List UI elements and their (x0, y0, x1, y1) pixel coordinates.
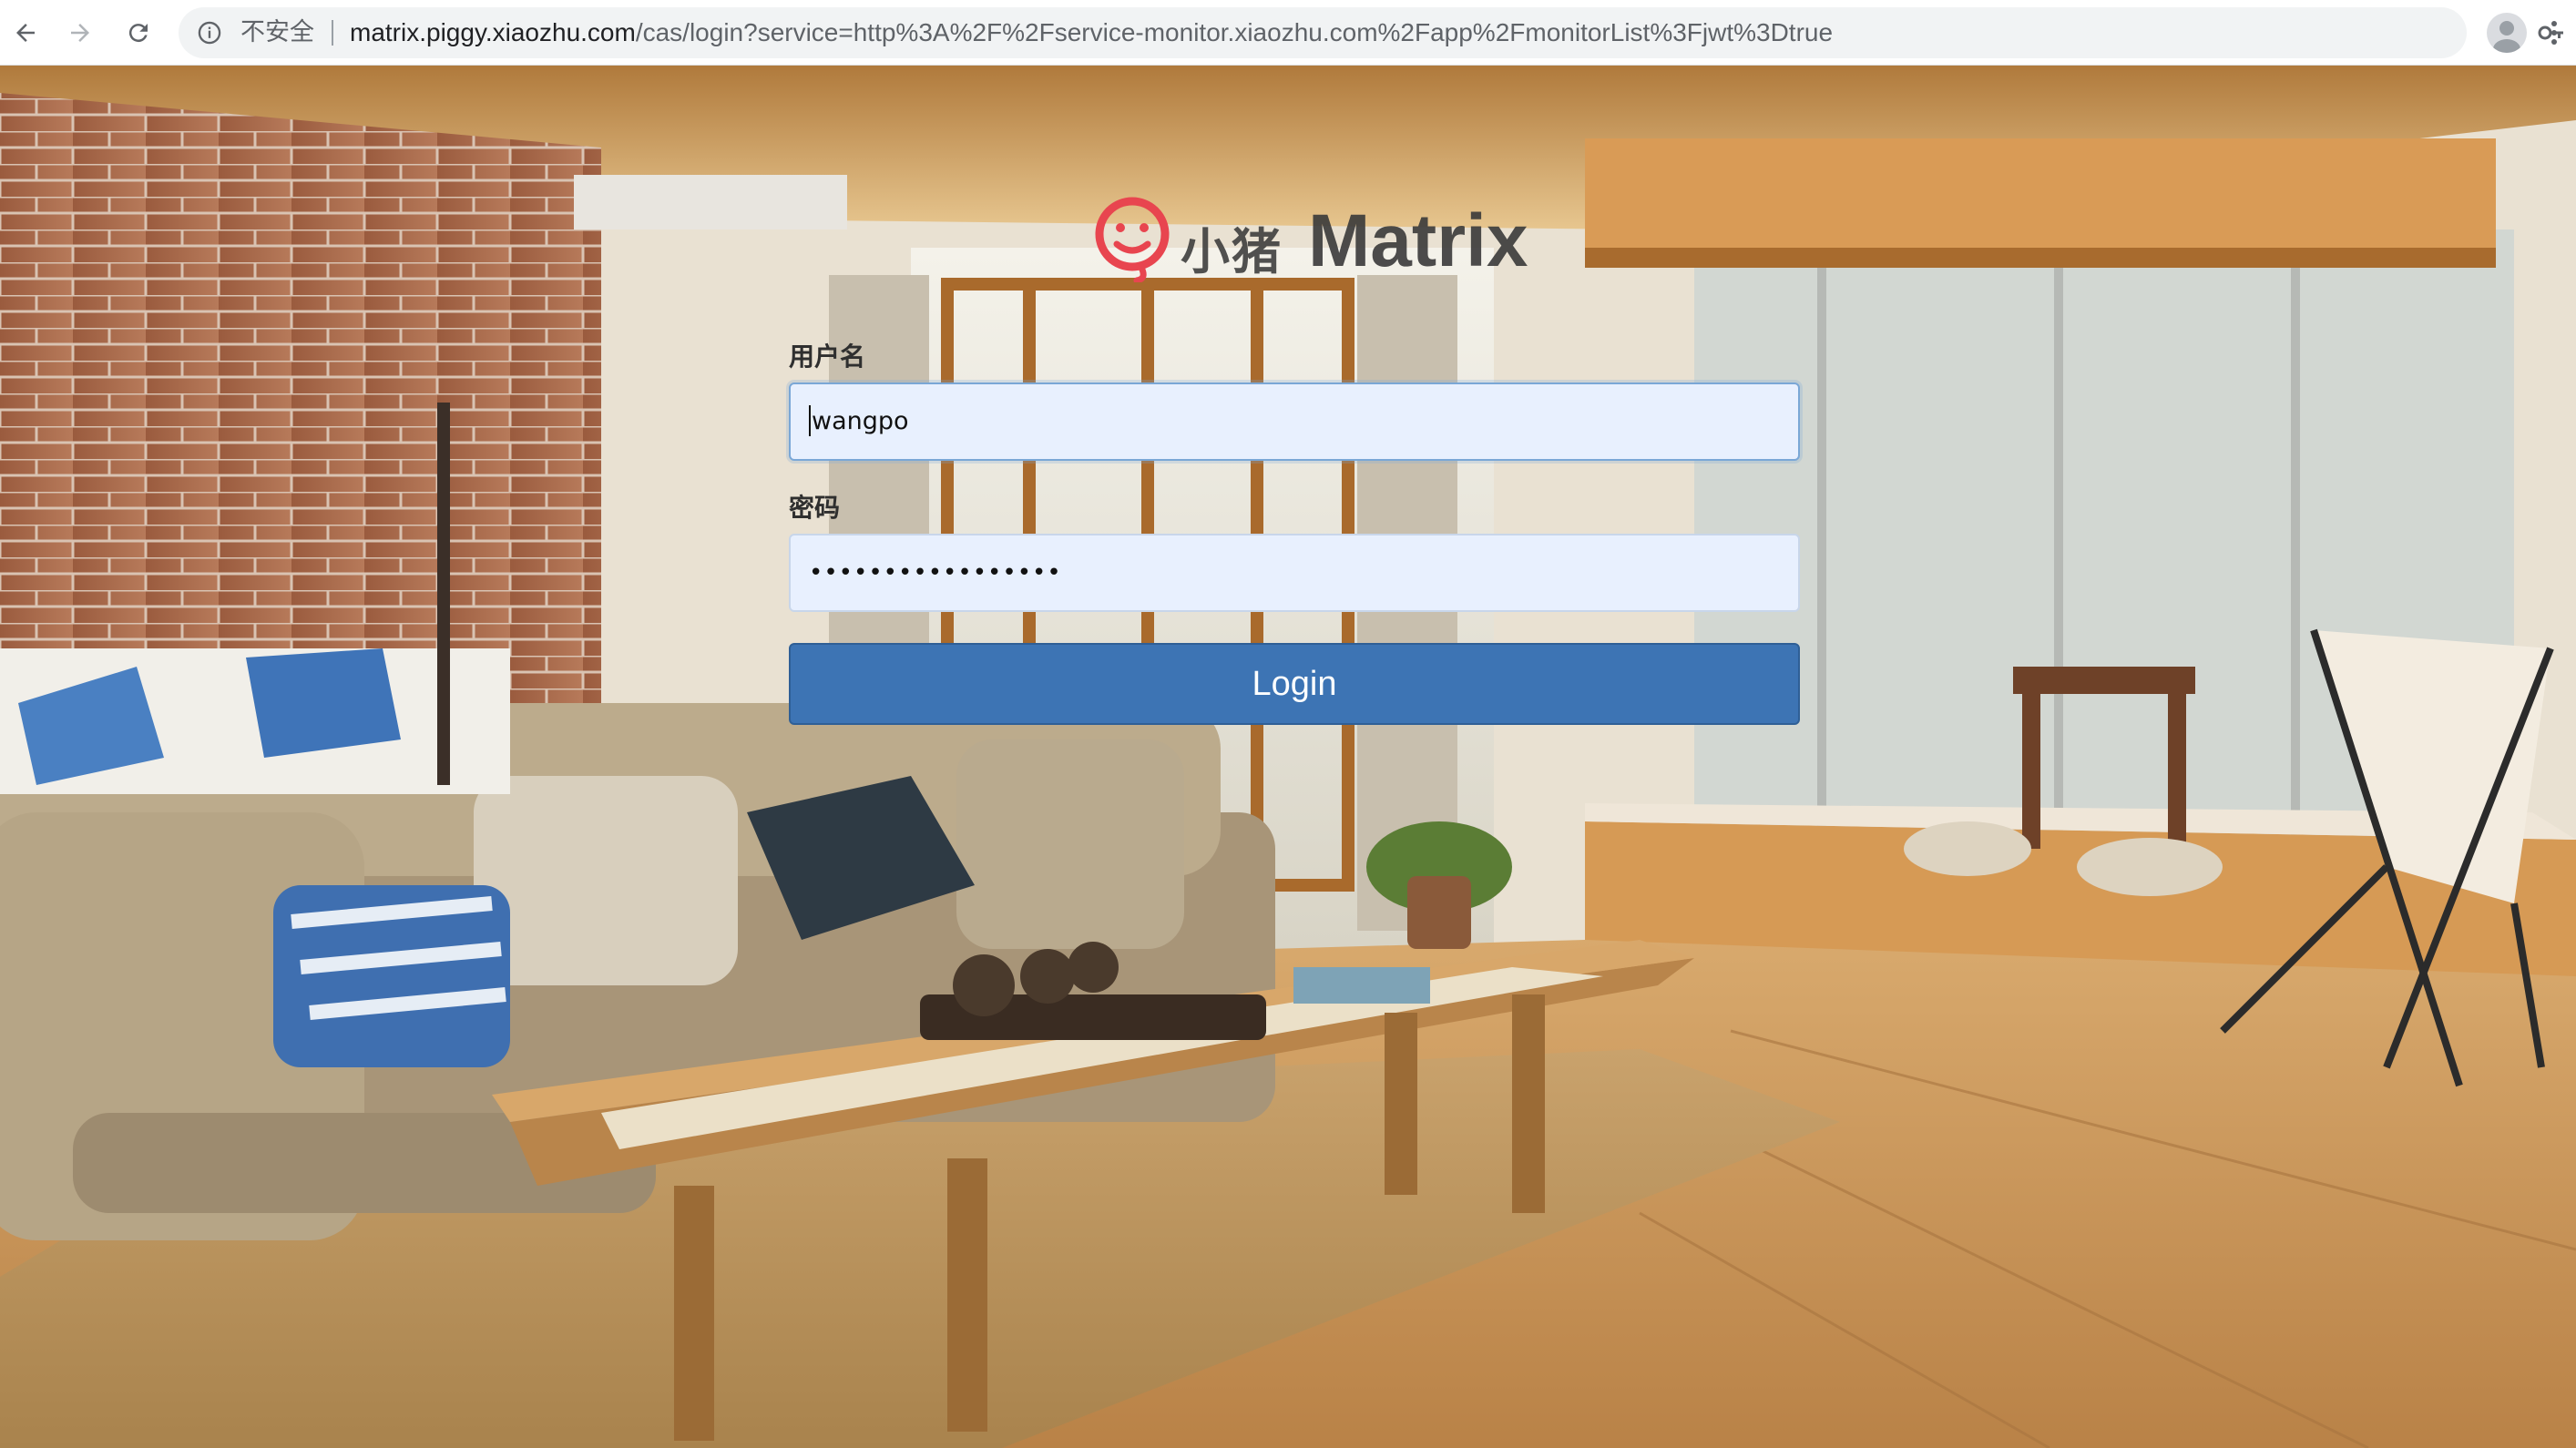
info-icon[interactable] (197, 20, 222, 46)
forward-button[interactable] (60, 13, 100, 53)
back-button[interactable] (5, 13, 46, 53)
logo-english-text: Matrix (1308, 199, 1528, 282)
reload-icon (128, 24, 148, 43)
text-caret (809, 404, 811, 436)
url-text[interactable]: matrix.piggy.xiaozhu.com/cas/login?servi… (350, 7, 1833, 58)
password-input[interactable]: ••••••••••••••••• (789, 534, 1800, 612)
password-value: ••••••••••••••••• (809, 559, 1062, 586)
password-label: 密码 (789, 493, 841, 523)
url-host: matrix.piggy.xiaozhu.com (350, 18, 636, 46)
url-divider (332, 20, 333, 46)
username-label: 用户名 (789, 342, 866, 372)
browser-toolbar: 不安全 matrix.piggy.xiaozhu.com/cas/login?s… (0, 0, 2576, 66)
address-bar[interactable]: 不安全 matrix.piggy.xiaozhu.com/cas/login?s… (179, 7, 2563, 58)
url-path: /cas/login?service=http%3A%2F%2Fservice-… (635, 18, 1834, 46)
username-input[interactable]: wangpo (789, 382, 1800, 461)
back-arrow-icon (16, 24, 35, 42)
login-button[interactable]: Login (789, 643, 1800, 725)
menu-dots-icon[interactable] (2543, 13, 2565, 53)
reload-button[interactable] (118, 13, 158, 53)
username-value: wangpo (812, 407, 909, 435)
pig-face-icon (1095, 197, 1170, 282)
insecure-label[interactable]: 不安全 (240, 7, 314, 58)
forward-arrow-icon (71, 24, 89, 42)
profile-avatar-icon[interactable] (2487, 13, 2527, 53)
login-page: 小猪 Matrix 用户名 wangpo 密码 ••••••••••••••••… (0, 66, 2576, 1448)
person-icon (2493, 21, 2520, 53)
logo-chinese-text: 小猪 (1181, 223, 1283, 280)
brand-logo: 小猪 Matrix (1093, 186, 1528, 295)
